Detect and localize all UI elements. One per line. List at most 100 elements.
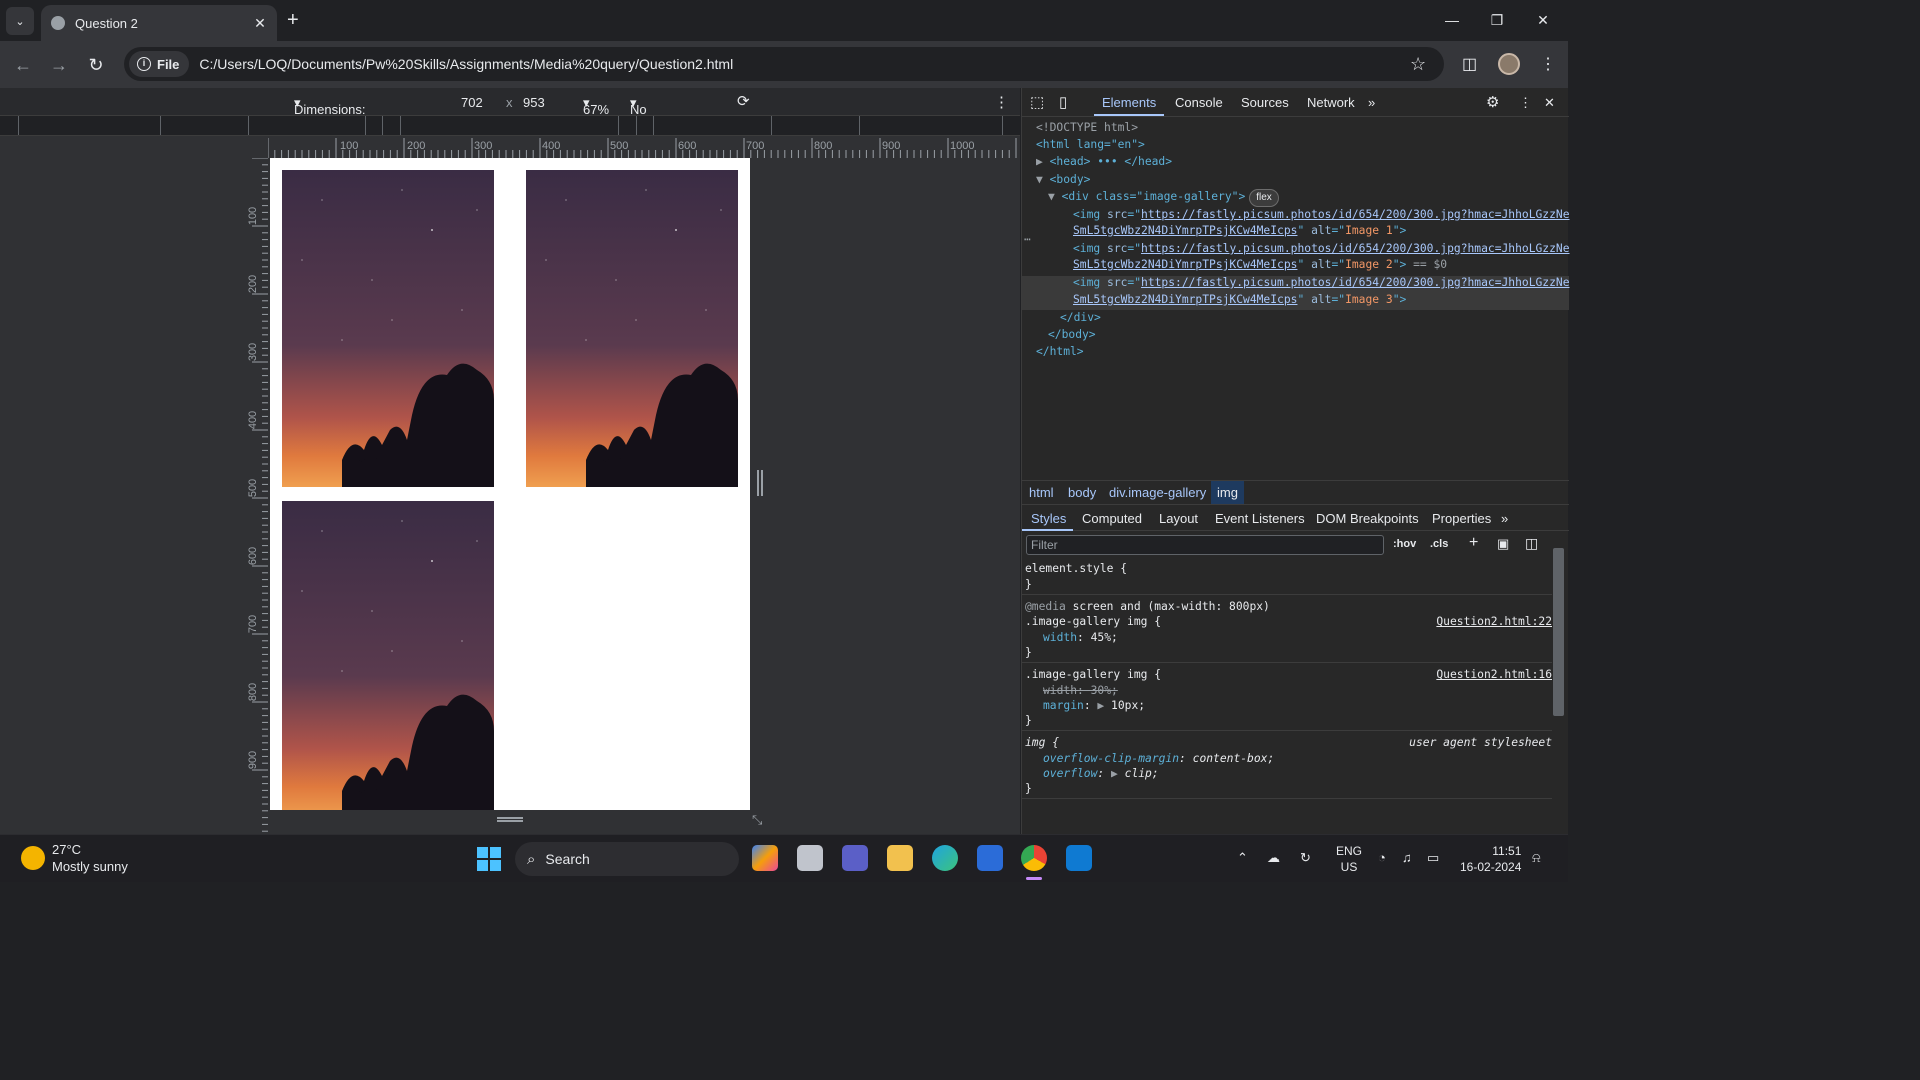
sync-icon[interactable]: ↻ [1300,850,1311,866]
browser-tab[interactable]: Question 2 ✕ [41,5,277,41]
breadcrumb-div[interactable]: div.image-gallery [1109,485,1206,500]
microsoft-store-icon[interactable] [977,845,1003,871]
weather-sun-icon[interactable] [21,846,45,870]
ua-selector[interactable]: img { [1025,735,1059,750]
edge-browser-icon[interactable] [932,845,958,871]
breadcrumb-img[interactable]: img [1211,481,1244,505]
close-window-button[interactable]: ✕ [1520,0,1566,40]
paint-brush-icon[interactable]: ▣ [1497,536,1509,552]
img-src-link[interactable]: https://fastly.picsum.photos/id/654/200/… [1141,208,1569,221]
dom-img-2[interactable]: <img src="https://fastly.picsum.photos/i… [1073,241,1570,257]
rule2-source-link[interactable]: Question2.html:16 [1436,667,1552,682]
url-text[interactable]: C:/Users/LOQ/Documents/Pw%20Skills/Assig… [199,56,733,72]
tab-console[interactable]: Console [1175,95,1223,110]
tab-network[interactable]: Network [1307,95,1355,110]
styles-filter-input[interactable]: Filter [1026,535,1384,555]
weather-temperature[interactable]: 27°C [52,842,81,857]
sidebar-toggle-icon[interactable]: ◫ [1525,535,1538,552]
onedrive-icon[interactable]: ☁ [1267,850,1280,866]
breadcrumb-body[interactable]: body [1068,485,1096,500]
rule1-declaration[interactable]: width: 45%; [1043,630,1118,645]
media-query-bar[interactable] [0,116,1020,136]
close-devtools-icon[interactable]: ✕ [1544,95,1555,111]
volume-icon[interactable]: ♫ [1402,850,1412,865]
start-button[interactable] [477,847,501,871]
ua-declaration-2[interactable]: overflow: ▶ clip; [1043,766,1159,781]
settings-gear-icon[interactable]: ⚙ [1486,93,1499,111]
chrome-app-icon[interactable] [1021,845,1047,871]
expand-triangle-icon[interactable]: ▶ [1036,155,1050,168]
wifi-icon[interactable]: ◔ [1378,850,1386,865]
viewport-resize-corner-icon[interactable]: ⤡ [752,812,762,828]
dom-html-close[interactable]: </html> [1036,344,1084,360]
subtab-layout[interactable]: Layout [1159,511,1198,526]
dom-body-node[interactable]: ▼ <body> [1036,172,1090,188]
img-src-link[interactable]: https://fastly.picsum.photos/id/654/200/… [1141,276,1569,289]
width-input[interactable]: 702 [461,95,483,110]
img-src-link-cont[interactable]: SmL5tgcWbz2N4DiYmrpTPsjKCw4MeIcps [1073,293,1297,306]
dom-img-2-cont[interactable]: SmL5tgcWbz2N4DiYmrpTPsjKCw4MeIcps" alt="… [1073,257,1447,273]
subtab-properties[interactable]: Properties [1432,511,1491,526]
rule2-selector[interactable]: .image-gallery img { [1025,667,1161,682]
rule2-declaration[interactable]: margin: ▶ 10px; [1043,698,1145,713]
side-panel-icon[interactable]: ◫ [1462,54,1477,74]
device-more-icon[interactable]: ⋮ [994,93,1009,111]
file-explorer-icon[interactable] [887,845,913,871]
gallery-image-1[interactable] [282,170,494,487]
vscode-app-icon[interactable] [1066,845,1092,871]
breadcrumb-html[interactable]: html [1029,485,1054,500]
dimensions-select[interactable]: Dimensions: Responsive ▾ [294,95,366,132]
flex-badge[interactable]: flex [1249,189,1279,207]
tab-sources[interactable]: Sources [1241,95,1289,110]
dom-div-close[interactable]: </div> [1060,310,1101,326]
height-input[interactable]: 953 [523,95,545,110]
dom-img-3-cont[interactable]: SmL5tgcWbz2N4DiYmrpTPsjKCw4MeIcps" alt="… [1073,292,1406,308]
dom-html-open[interactable]: <html lang="en"> [1036,137,1145,153]
notification-bell-icon[interactable]: ⍾ [1532,850,1541,866]
minimize-button[interactable]: — [1429,0,1475,40]
menu-kebab-icon[interactable]: ⋮ [1540,54,1556,74]
new-rule-plus-icon[interactable]: + [1469,534,1478,552]
styles-scrollbar[interactable] [1553,548,1564,716]
close-tab-icon[interactable]: ✕ [249,15,271,32]
forward-button[interactable]: → [45,51,73,79]
expand-triangle-icon[interactable]: ▶ [1097,699,1104,712]
rotate-icon[interactable]: ⟳ [737,92,750,110]
profile-avatar[interactable] [1498,53,1520,75]
more-subtabs-icon[interactable]: » [1501,511,1508,526]
viewport-resize-handle-bottom[interactable] [497,817,523,822]
rule1-selector[interactable]: .image-gallery img { [1025,614,1161,629]
address-bar[interactable]: i File C:/Users/LOQ/Documents/Pw%20Skill… [124,47,1444,81]
reload-button[interactable]: ↻ [82,51,110,79]
subtab-computed[interactable]: Computed [1082,511,1142,526]
gallery-image-3[interactable] [282,501,494,810]
devtools-menu-icon[interactable]: ⋮ [1519,95,1532,111]
collapse-triangle-icon[interactable]: ▼ [1048,190,1062,203]
subtab-dom-breakpoints[interactable]: DOM Breakpoints [1316,511,1419,526]
collapse-triangle-icon[interactable]: ▼ [1036,173,1050,186]
site-info-chip[interactable]: i File [129,51,190,77]
more-tabs-icon[interactable]: » [1368,95,1375,110]
gallery-image-2[interactable] [526,170,738,487]
tab-search-button[interactable]: ⌄ [6,7,34,35]
tab-elements[interactable]: Elements [1102,95,1156,110]
bookmark-star-icon[interactable]: ☆ [1410,54,1426,75]
battery-icon[interactable]: ▭ [1427,850,1439,866]
dom-body-close[interactable]: </body> [1048,327,1096,343]
restore-button[interactable]: ❐ [1474,0,1520,40]
dom-doctype[interactable]: <!DOCTYPE html> [1036,120,1138,136]
subtab-event-listeners[interactable]: Event Listeners [1215,511,1305,526]
img-src-link-cont[interactable]: SmL5tgcWbz2N4DiYmrpTPsjKCw4MeIcps [1073,258,1297,271]
taskbar-search[interactable]: ⌕ Search [515,842,739,876]
back-button[interactable]: ← [9,51,37,79]
element-style-selector[interactable]: element.style { [1025,561,1127,576]
device-toggle-icon[interactable]: ▯ [1059,93,1067,111]
dom-img-1[interactable]: <img src="https://fastly.picsum.photos/i… [1073,207,1570,223]
expand-triangle-icon[interactable]: ▶ [1111,767,1118,780]
img-src-link[interactable]: https://fastly.picsum.photos/id/654/200/… [1141,242,1569,255]
rule1-source-link[interactable]: Question2.html:22 [1436,614,1552,629]
teams-app-icon[interactable] [842,845,868,871]
subtab-styles[interactable]: Styles [1031,511,1066,526]
new-tab-button[interactable]: + [287,9,299,32]
zoom-select[interactable]: 67% ▾ [583,95,609,117]
